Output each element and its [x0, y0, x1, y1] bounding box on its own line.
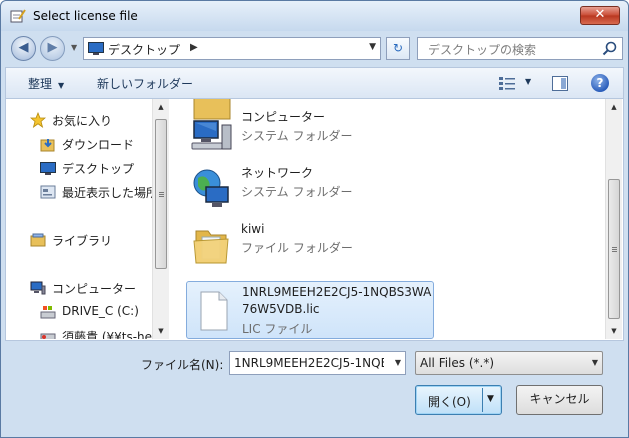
navigation-pane-scrollbar[interactable]: ▲ ▼	[152, 99, 169, 339]
drive-icon	[40, 306, 56, 319]
chevron-down-icon: ▼	[591, 358, 598, 367]
library-icon	[30, 233, 46, 247]
filename-value: 1NRL9MEEH2E2CJ5-1NQB	[234, 356, 384, 370]
forward-button[interactable]: ▶	[40, 36, 65, 61]
nav-item-libraries[interactable]: ライブラリ	[6, 229, 156, 251]
open-options-chevron-icon[interactable]: ▼	[487, 394, 494, 404]
scrollbar-thumb[interactable]	[608, 179, 620, 319]
star-icon	[30, 112, 46, 128]
nav-item-recent-places[interactable]: 最近表示した場所	[6, 181, 156, 203]
nav-label: 須藤貴 (¥¥ts-he	[62, 330, 153, 339]
scroll-down-icon[interactable]: ▼	[153, 323, 169, 339]
organize-button[interactable]: 整理 ▼	[28, 75, 64, 92]
close-button[interactable]: ✕	[580, 6, 620, 25]
recent-pages-chevron-icon[interactable]: ▼	[71, 43, 81, 53]
nav-item-favorites[interactable]: お気に入り	[6, 109, 156, 131]
back-arrow-icon: ◀	[18, 40, 29, 55]
nav-item-drive-c[interactable]: DRIVE_C (C:)	[6, 301, 156, 323]
notepad-icon	[10, 9, 26, 23]
search-icon	[602, 41, 617, 56]
file-type-value: All Files (*.*)	[420, 356, 495, 370]
view-chevron-down-icon[interactable]: ▼	[525, 77, 531, 86]
navigation-pane: お気に入り ダウンロード デスクトップ 最近表示した場所 ライブラリ コンピュー…	[6, 99, 170, 339]
file-type: システム フォルダー	[241, 185, 353, 199]
address-text: デスクトップ	[108, 43, 181, 57]
breadcrumb-chevron-icon[interactable]: ▶	[190, 42, 198, 53]
nav-item-desktop[interactable]: デスクトップ	[6, 157, 156, 179]
computer-icon	[191, 120, 232, 150]
scroll-up-icon[interactable]: ▲	[153, 99, 169, 115]
file-name: 1NRL9MEEH2E2CJ5-1NQBS3WA76W5VDB.lic	[242, 285, 432, 316]
nav-label: お気に入り	[52, 114, 113, 128]
help-icon[interactable]: ?	[591, 74, 609, 92]
search-placeholder: デスクトップの検索	[428, 43, 537, 57]
nav-label: 最近表示した場所	[62, 186, 156, 200]
file-name: コンピューター	[241, 110, 326, 124]
network-icon	[193, 169, 229, 207]
chevron-down-icon: ▼	[58, 81, 65, 90]
open-button[interactable]: 開く(O) ▼	[415, 385, 502, 415]
scrollbar-thumb[interactable]	[155, 119, 167, 269]
cancel-button[interactable]: キャンセル	[516, 385, 603, 415]
new-folder-label: 新しいフォルダー	[97, 77, 194, 91]
folder-icon	[193, 230, 229, 264]
organize-label: 整理	[28, 77, 53, 91]
file-name: ネットワーク	[241, 166, 314, 180]
file-list: コンピューター システム フォルダー ネットワーク システム フォルダー kiw…	[172, 99, 603, 339]
window-title: Select license file	[33, 9, 138, 23]
nav-label: DRIVE_C (C:)	[62, 304, 139, 318]
cancel-label: キャンセル	[529, 392, 590, 406]
file-icon	[200, 291, 228, 331]
nav-item-downloads[interactable]: ダウンロード	[6, 133, 156, 155]
command-bar: 整理 ▼ 新しいフォルダー ▼ ?	[5, 67, 624, 99]
scroll-up-icon[interactable]: ▲	[606, 99, 622, 115]
forward-arrow-icon: ▶	[47, 40, 58, 55]
preview-pane-icon[interactable]	[552, 76, 568, 91]
view-options-icon[interactable]	[498, 76, 516, 91]
refresh-button[interactable]: ↻	[386, 37, 410, 60]
desktop-icon	[88, 42, 104, 55]
filename-label: ファイル名(N):	[141, 358, 224, 372]
list-item[interactable]: コンピューター システム フォルダー	[186, 103, 434, 161]
scroll-down-icon[interactable]: ▼	[606, 323, 622, 339]
desktop-icon	[40, 162, 56, 175]
filename-input[interactable]: 1NRL9MEEH2E2CJ5-1NQB ▼	[229, 351, 406, 375]
file-type-select[interactable]: All Files (*.*) ▼	[415, 351, 603, 375]
recent-places-icon	[40, 185, 56, 199]
list-item[interactable]: kiwi ファイル フォルダー	[186, 215, 434, 273]
title-bar: Select license file ✕	[1, 1, 628, 31]
back-button[interactable]: ◀	[11, 36, 36, 61]
nav-item-computer[interactable]: コンピューター	[6, 277, 156, 299]
list-item[interactable]: ネットワーク システム フォルダー	[186, 159, 434, 217]
search-input[interactable]: デスクトップの検索	[417, 37, 623, 60]
file-name: kiwi	[241, 222, 265, 236]
refresh-icon: ↻	[392, 41, 404, 55]
file-type: ファイル フォルダー	[241, 241, 353, 255]
nav-label: ダウンロード	[62, 138, 135, 152]
new-folder-button[interactable]: 新しいフォルダー	[97, 75, 193, 92]
file-type: システム フォルダー	[241, 129, 353, 143]
nav-label: コンピューター	[52, 282, 137, 296]
chevron-down-icon[interactable]: ▼	[395, 358, 401, 367]
content-area: お気に入り ダウンロード デスクトップ 最近表示した場所 ライブラリ コンピュー…	[5, 99, 624, 341]
address-dropdown-icon[interactable]: ▼	[369, 42, 376, 52]
navigation-bar: ◀ ▶ ▼ デスクトップ ▶ ▼ ↻ デスクトップの検索	[5, 33, 624, 63]
file-list-scrollbar[interactable]: ▲ ▼	[605, 99, 622, 339]
nav-item-network-drive[interactable]: 須藤貴 (¥¥ts-he	[6, 325, 156, 339]
network-drive-icon	[40, 333, 56, 339]
nav-label: ライブラリ	[52, 234, 113, 248]
address-bar[interactable]: デスクトップ ▶ ▼	[83, 37, 381, 60]
list-item-selected[interactable]: 1NRL9MEEH2E2CJ5-1NQBS3WA76W5VDB.lic LIC …	[186, 281, 434, 339]
computer-icon	[30, 281, 46, 295]
file-dialog: Select license file ✕ ◀ ▶ ▼ デスクトップ ▶ ▼ ↻…	[0, 0, 629, 438]
open-label: 開く(O)	[428, 395, 471, 409]
file-type: LIC ファイル	[242, 322, 313, 336]
downloads-folder-icon	[40, 139, 55, 152]
close-icon: ✕	[594, 7, 606, 22]
nav-label: デスクトップ	[62, 162, 135, 176]
